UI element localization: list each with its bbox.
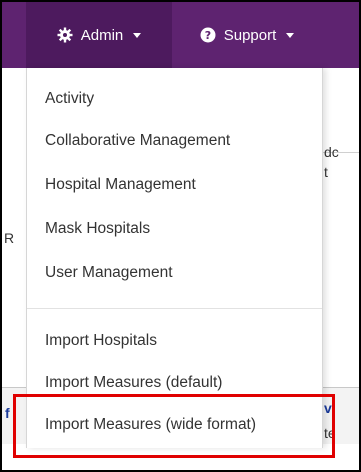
top-navbar: Admin ? Support — [2, 2, 359, 68]
menu-item-collaborative-management[interactable]: Collaborative Management — [45, 132, 230, 150]
admin-menu-label: Admin — [80, 26, 124, 44]
menu-item-activity[interactable]: Activity — [45, 90, 94, 108]
background-text-fragment: R — [4, 230, 15, 246]
menu-item-import-measures-wide-format[interactable]: Import Measures (wide format) — [45, 416, 256, 434]
gear-icon — [57, 27, 73, 43]
menu-item-mask-hospitals[interactable]: Mask Hospitals — [45, 220, 150, 238]
support-menu-label: Support — [223, 26, 277, 44]
menu-item-import-hospitals[interactable]: Import Hospitals — [45, 332, 157, 350]
background-link-fragment: vi — [324, 400, 336, 416]
menu-item-import-measures-default[interactable]: Import Measures (default) — [45, 374, 222, 392]
background-text-fragment: dc — [324, 144, 339, 160]
admin-dropdown-menu: Activity Collaborative Management Hospit… — [26, 68, 323, 448]
background-text-fragment: te — [324, 425, 336, 441]
chevron-down-icon — [133, 32, 142, 38]
menu-item-hospital-management[interactable]: Hospital Management — [45, 176, 196, 194]
menu-divider — [27, 308, 322, 309]
menu-item-user-management[interactable]: User Management — [45, 264, 173, 282]
background-link-fragment: f — [5, 405, 10, 421]
question-circle-icon: ? — [200, 27, 216, 43]
svg-text:?: ? — [205, 29, 211, 42]
chevron-down-icon — [286, 32, 295, 38]
screenshot-frame: dc t R f vi te Admin ? Support Activity … — [0, 0, 361, 472]
background-text-fragment: t — [324, 164, 328, 180]
support-menu-button[interactable]: ? Support — [172, 2, 322, 68]
admin-menu-button[interactable]: Admin — [26, 2, 172, 68]
